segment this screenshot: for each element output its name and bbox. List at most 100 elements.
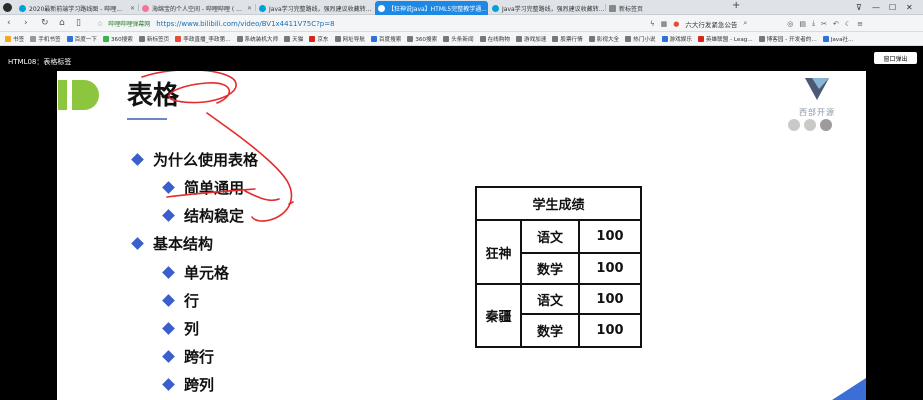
bookmark-item[interactable]: 游戏加速: [515, 35, 546, 43]
home-icon[interactable]: ⌂: [59, 18, 65, 29]
annotation-tick: [288, 201, 294, 205]
bullet-item: 跨行: [162, 346, 214, 367]
minimize-button[interactable]: —: [872, 0, 880, 15]
navigation-bar: ‹ › ↻ ⌂ ▯ ☆ 哔哩哔哩弹幕网 https://www.bilibili…: [0, 15, 923, 32]
bookmark-item[interactable]: 天猫: [284, 35, 303, 43]
bookmark-item[interactable]: 影视大全: [588, 35, 619, 43]
theme-icon[interactable]: ☾: [845, 20, 851, 28]
menu-icon[interactable]: ≡: [857, 20, 863, 28]
bookmark-item[interactable]: 头条新闻: [443, 35, 474, 43]
globe-icon: [625, 35, 632, 42]
download-icon[interactable]: ⤓: [812, 19, 815, 28]
phone-icon: [30, 35, 37, 42]
diamond-icon: [131, 237, 144, 250]
tab-2[interactable]: 海绵宝的个人空间 - 哔哩哔哩 ( ... ✕: [139, 1, 255, 15]
live-icon: [175, 35, 182, 42]
tab-6[interactable]: 新标签页: [606, 1, 724, 15]
bookmark-item[interactable]: 李政直播_李政第...: [175, 35, 231, 43]
bookmark-item[interactable]: 京东: [309, 35, 329, 43]
search-icon[interactable]: ⌕: [743, 19, 747, 28]
bookmark-item[interactable]: 热门小说: [625, 35, 656, 43]
address-bar[interactable]: ☆ 哔哩哔哩弹幕网 https://www.bilibili.com/video…: [97, 17, 659, 30]
cut-icon[interactable]: ✂: [821, 20, 827, 28]
diamond-icon: [162, 181, 175, 194]
lol-icon: [697, 35, 704, 42]
tab-list-button[interactable]: ⊽: [856, 0, 862, 15]
grid-icon[interactable]: ▤: [799, 20, 806, 28]
diamond-icon: [162, 350, 175, 363]
bookmark-item[interactable]: 新标签页: [138, 35, 169, 43]
tab-label: 海绵宝的个人空间 - 哔哩哔哩 ( ...: [152, 5, 242, 13]
grades-table: 学生成绩 狂神 语文 100 数学 100 秦疆 语文 100 数学 100: [475, 186, 642, 348]
bookmark-item[interactable]: Java社...: [822, 35, 853, 43]
diamond-icon: [162, 322, 175, 335]
bookmark-item[interactable]: 股票行情: [552, 35, 583, 43]
brand-logo: 西部开源: [787, 77, 847, 118]
360-icon: [102, 35, 109, 42]
bullet-item: 单元格: [162, 262, 229, 283]
reading-icon[interactable]: ▯: [76, 18, 81, 29]
maximize-button[interactable]: ☐: [889, 0, 896, 15]
diamond-icon: [162, 294, 175, 307]
bookmark-star-icon[interactable]: ☆: [97, 20, 103, 28]
bookmark-item[interactable]: 网址导航: [334, 35, 365, 43]
tab-label: 新标签页: [619, 5, 644, 13]
globe-icon: [552, 35, 559, 42]
url-text[interactable]: https://www.bilibili.com/video/BV1x4411V…: [156, 20, 334, 28]
jd-icon: [309, 35, 316, 42]
bookmark-item[interactable]: 英雄联盟 - Leag...: [697, 35, 753, 43]
new-tab-button[interactable]: +: [732, 0, 740, 11]
close-icon[interactable]: ✕: [245, 5, 252, 12]
bookmark-item[interactable]: 书签: [5, 35, 24, 43]
globe-icon: [334, 35, 341, 42]
browser-logo-icon[interactable]: [3, 3, 12, 12]
bookmark-item[interactable]: 360搜索: [102, 35, 133, 43]
diamond-icon: [131, 153, 144, 166]
close-icon[interactable]: ✕: [487, 5, 488, 12]
bookmark-item[interactable]: 百度一下: [66, 35, 97, 43]
dot-icon: [788, 119, 800, 131]
popout-button[interactable]: 窗口弹出: [874, 52, 917, 64]
globe-icon: [588, 35, 595, 42]
table-cell-score: 100: [578, 313, 642, 348]
java-icon: [822, 35, 829, 42]
bookmark-item[interactable]: 在线购物: [479, 35, 510, 43]
diamond-icon: [162, 266, 175, 279]
video-title: HTML08：表格标签: [8, 58, 72, 66]
gamepad-icon[interactable]: ◎: [787, 20, 793, 28]
tab-5[interactable]: Java学习完整路线，强烈建议收藏转... ✕: [489, 1, 605, 15]
back-icon[interactable]: ‹: [7, 18, 11, 29]
search-hint[interactable]: 六大行发紧急公告: [685, 19, 737, 29]
bookmark-item[interactable]: 博客园 - 开发者的...: [758, 35, 817, 43]
bullet-item: 列: [162, 318, 199, 339]
bullet-item: 跨列: [162, 374, 214, 395]
lightning-icon[interactable]: ϟ: [650, 20, 655, 28]
tab-label: Java学习完整路线，强烈建议收藏转...: [502, 5, 605, 13]
bookmark-item[interactable]: 系统装机大师: [236, 35, 278, 43]
tab-1[interactable]: 2020最新前端学习路线图 - 哔哩... ✕: [16, 1, 138, 15]
bookmark-item[interactable]: 游戏娱乐: [661, 35, 692, 43]
tab-4-active[interactable]: 【狂神说Java】HTML5完整教学通... ✕: [375, 1, 488, 15]
close-window-button[interactable]: ✕: [906, 0, 913, 15]
undo-icon[interactable]: ↶: [833, 20, 839, 28]
cnblogs-icon: [758, 35, 765, 42]
close-icon[interactable]: ✕: [128, 5, 135, 12]
close-icon[interactable]: ✕: [371, 5, 374, 12]
bullet-item: 为什么使用表格: [131, 149, 258, 170]
forward-icon[interactable]: ›: [24, 18, 28, 29]
tab-label: 2020最新前端学习路线图 - 哔哩...: [29, 5, 122, 13]
reload-icon[interactable]: ↻: [41, 18, 49, 29]
search-engine-icon[interactable]: ●: [673, 20, 679, 28]
bookmark-item[interactable]: 手机书签: [30, 35, 61, 43]
toolbar-right: ϟ ▦ ● 六大行发紧急公告 ⌕ ◎ ▤ ⤓ ✂ ↶ ☾ ≡: [650, 17, 863, 30]
dot-icon: [804, 119, 816, 131]
bookmark-item[interactable]: 百度搜索: [370, 35, 401, 43]
tab-3[interactable]: Java学习完整路线，强烈建议收藏转... ✕: [256, 1, 374, 15]
slide: 表格 为什么使用表格 简单通用 结构稳定 基本结构 单元格 行 列 跨行 跨列 …: [57, 71, 866, 400]
bookmark-item[interactable]: 360搜索: [407, 35, 437, 43]
slide-title: 表格: [127, 81, 180, 111]
baidu-icon: [66, 35, 73, 42]
video-player[interactable]: HTML08：表格标签 窗口弹出 表格 为什么使用表格 简单通用 结构稳定 基本…: [0, 46, 923, 400]
slide-corner-decoration: [832, 378, 866, 400]
qr-icon[interactable]: ▦: [661, 20, 668, 28]
